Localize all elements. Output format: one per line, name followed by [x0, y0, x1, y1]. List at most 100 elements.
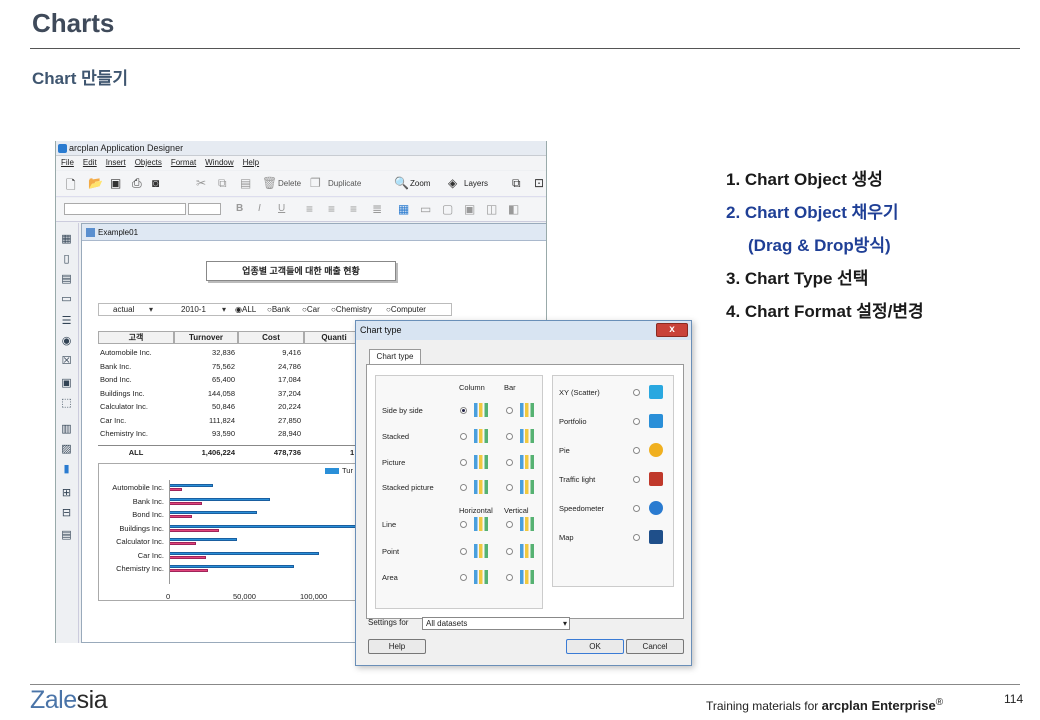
justify-icon[interactable]: ≣	[372, 202, 382, 216]
chart-type-radio[interactable]	[460, 433, 467, 440]
column-icon[interactable]: ▯	[60, 253, 73, 266]
chart-type-icon	[520, 403, 534, 417]
box-icon[interactable]: ▢	[442, 202, 453, 216]
front-icon[interactable]: ◫	[486, 202, 497, 216]
cost-bar	[169, 488, 182, 491]
chart-type-radio[interactable]	[460, 574, 467, 581]
page-icon[interactable]: ▤	[60, 529, 73, 542]
rectangle-icon[interactable]: ▭	[60, 293, 73, 306]
bold-icon[interactable]: B	[236, 203, 243, 214]
zoom-icon[interactable]: 🔍	[394, 176, 409, 190]
radio-car[interactable]: ○ Car	[302, 304, 320, 316]
layers-icon[interactable]: ◈	[448, 176, 457, 190]
radio-all[interactable]: ◉ ALL	[235, 304, 256, 316]
resize-icon[interactable]: ⊡	[534, 176, 544, 190]
radio-icon[interactable]: ◉	[60, 335, 73, 348]
row-icon[interactable]: ▤	[60, 273, 73, 286]
chart-type-radio[interactable]	[633, 447, 640, 454]
chart-type-radio[interactable]	[460, 521, 467, 528]
radio-computer-label: Computer	[390, 305, 426, 314]
align-left-icon[interactable]: ≡	[306, 202, 313, 216]
camera-icon[interactable]: ◙	[152, 176, 159, 190]
chart-type-radio[interactable]	[633, 418, 640, 425]
window-icon[interactable]: ⧉	[512, 176, 521, 191]
box2-icon[interactable]: ▣	[464, 202, 475, 216]
chart-type-radio[interactable]	[460, 484, 467, 491]
chevron-down-icon[interactable]: ▾	[222, 304, 226, 316]
table-icon[interactable]: ▦	[60, 233, 73, 246]
cell-customer: Automobile Inc.	[100, 348, 152, 357]
radio-chemistry[interactable]: ○ Chemistry	[331, 304, 372, 316]
chart-type-radio[interactable]	[460, 459, 467, 466]
align-center-icon[interactable]: ≡	[328, 202, 335, 216]
duplicate-button[interactable]: Duplicate	[328, 179, 361, 188]
open-icon[interactable]: 📂	[88, 176, 103, 190]
period-select[interactable]: 2010-1	[181, 304, 206, 316]
chart-type-radio[interactable]	[506, 407, 513, 414]
layers-button[interactable]: Layers	[464, 179, 488, 188]
radio-computer[interactable]: ○ Computer	[386, 304, 426, 316]
align-right-icon[interactable]: ≡	[350, 202, 357, 216]
menu-help[interactable]: Help	[243, 156, 259, 170]
chart-type-radio[interactable]	[506, 484, 513, 491]
cut-icon[interactable]: ✂	[196, 176, 206, 190]
frame-icon[interactable]: ▭	[420, 202, 431, 216]
size-select[interactable]	[188, 203, 221, 215]
button-icon[interactable]: ▣	[60, 377, 73, 390]
chart-type-radio[interactable]	[506, 459, 513, 466]
ok-button[interactable]: OK	[566, 639, 624, 654]
menu-edit[interactable]: Edit	[83, 156, 97, 170]
menu-window[interactable]: Window	[205, 156, 233, 170]
delete-button[interactable]: Delete	[278, 179, 301, 188]
chart-type-radio[interactable]	[506, 574, 513, 581]
dataset-select[interactable]: All datasets	[422, 617, 570, 630]
tree-icon[interactable]: ⊞	[60, 487, 73, 500]
delete-icon[interactable]: 🗑	[262, 176, 277, 190]
cancel-button[interactable]: Cancel	[626, 639, 684, 654]
menu-file[interactable]: File	[61, 156, 74, 170]
font-select[interactable]	[64, 203, 186, 215]
chart-type-radio[interactable]	[633, 505, 640, 512]
tab-chart-type[interactable]: Chart type	[369, 349, 421, 364]
cursor-icon[interactable]: ⬚	[60, 397, 73, 410]
paste-icon[interactable]: ▤	[240, 176, 251, 190]
chart-type-radio[interactable]	[633, 476, 640, 483]
menu-insert[interactable]: Insert	[106, 156, 126, 170]
bar-chart[interactable]: Tur Automobile Inc. Bank Inc. Bond Inc. Bui…	[98, 463, 368, 601]
close-button[interactable]: x	[656, 323, 688, 337]
duplicate-icon[interactable]: ❐	[310, 176, 321, 190]
chart-type-radio[interactable]	[506, 521, 513, 528]
image-icon[interactable]: ▨	[60, 443, 73, 456]
back-icon[interactable]: ◧	[508, 202, 519, 216]
menu-objects[interactable]: Objects	[135, 156, 162, 170]
print-icon[interactable]: ⎙	[132, 176, 142, 191]
save-icon[interactable]: ▣	[110, 176, 121, 190]
chart-type-radio[interactable]	[460, 407, 467, 414]
hierarchy-icon[interactable]: ⊟	[60, 507, 73, 520]
actual-select[interactable]: actual	[113, 304, 134, 316]
chart-type-radio[interactable]	[633, 534, 640, 541]
italic-icon[interactable]: I	[258, 203, 261, 214]
chart-type-radio[interactable]	[460, 548, 467, 555]
checkbox-icon[interactable]: ☒	[60, 355, 73, 368]
zoom-button[interactable]: Zoom	[410, 179, 430, 188]
new-icon[interactable]: 🗋	[66, 176, 76, 197]
dialog-titlebar: Chart type	[356, 321, 691, 340]
menu-bar: File Edit Insert Objects Format Window Help	[56, 156, 546, 170]
total-row: ALL 1,406,224 478,736 1	[98, 445, 378, 458]
form-icon[interactable]: ▥	[60, 423, 73, 436]
grid-icon[interactable]: ▦	[398, 202, 409, 216]
chart-type-radio[interactable]	[506, 548, 513, 555]
chart-type-radio[interactable]	[506, 433, 513, 440]
menu-format[interactable]: Format	[171, 156, 196, 170]
help-button[interactable]: Help	[368, 639, 426, 654]
step-4: 4. Chart Format 설정/변경	[726, 302, 924, 321]
list-icon[interactable]: ☰	[60, 315, 73, 328]
chart-icon[interactable]: ▮	[60, 463, 73, 476]
chevron-down-icon[interactable]: ▾	[149, 304, 153, 316]
radio-bank[interactable]: ○ Bank	[267, 304, 290, 316]
cell-customer: Chemistry Inc.	[100, 429, 148, 438]
chart-type-radio[interactable]	[633, 389, 640, 396]
underline-icon[interactable]: U	[278, 203, 285, 214]
copy-icon[interactable]: ⧉	[218, 176, 227, 191]
